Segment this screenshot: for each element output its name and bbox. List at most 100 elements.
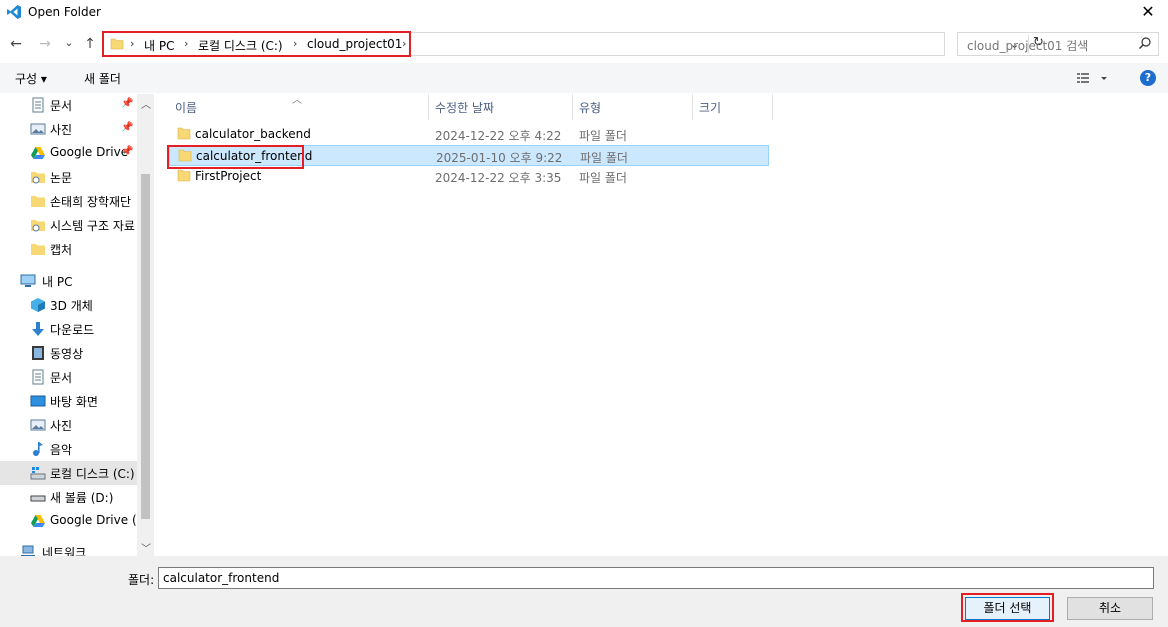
sidebar-item-label: 캡처 [50, 243, 73, 257]
folder-icon [177, 169, 191, 182]
sidebar-item-label: 바탕 화면 [50, 395, 98, 409]
scroll-down-icon[interactable]: ﹀ [141, 540, 151, 555]
file-date: 2025-01-10 오후 9:22 [436, 151, 563, 165]
pin-icon: 📌 [121, 98, 134, 109]
sidebar-item-label: 3D 개체 [50, 299, 93, 313]
search-icon[interactable] [1138, 36, 1152, 50]
sidebar-item-label: 시스템 구조 자료 [50, 219, 135, 233]
sidebar-item-music[interactable]: 음악 [0, 437, 137, 461]
pictures-icon [30, 419, 46, 431]
sidebar-item-3d-objects[interactable]: 3D 개체 [0, 293, 137, 317]
music-icon [33, 442, 43, 456]
address-annotation-box [102, 31, 411, 57]
sidebar-item-network[interactable]: 네트워크 [0, 540, 137, 556]
column-header-type[interactable]: 유형 [579, 94, 601, 120]
file-type: 파일 폴더 [579, 129, 627, 143]
desktop-icon [30, 395, 46, 407]
command-bar: 구성 ▾ 새 폴더 ? [0, 63, 1168, 93]
google-drive-icon [31, 147, 45, 159]
sidebar-item-google-drive-g[interactable]: Google Drive (G [0, 509, 137, 533]
column-header-size[interactable]: 크기 [699, 94, 721, 120]
sidebar-item-pictures[interactable]: 사진 📌 [0, 117, 137, 141]
sidebar-item-label: Google Drive [50, 145, 129, 159]
sidebar-item-pictures-pc[interactable]: 사진 [0, 413, 137, 437]
sidebar-item-scholarship[interactable]: 손태희 장학재단 [0, 189, 137, 213]
download-icon [32, 322, 44, 336]
sidebar-item-system-structure[interactable]: 시스템 구조 자료 [0, 213, 137, 237]
close-button[interactable]: ✕ [1128, 0, 1168, 26]
folder-icon [31, 172, 45, 184]
file-row-first-project[interactable]: FirstProject 2024-12-22 오후 3:35 파일 폴더 [169, 166, 769, 187]
sidebar-scrollbar[interactable]: ︿ ﹀ [137, 94, 154, 556]
sidebar-item-videos[interactable]: 동영상 [0, 341, 137, 365]
sidebar-item-capture[interactable]: 캡처 [0, 237, 137, 261]
column-divider[interactable] [428, 94, 429, 120]
sidebar-item-documents[interactable]: 문서 📌 [0, 94, 137, 117]
selected-folder-annotation-box [167, 145, 304, 169]
help-icon[interactable]: ? [1140, 70, 1156, 86]
sidebar-item-label: 문서 [50, 99, 73, 113]
column-divider[interactable] [692, 94, 693, 120]
sidebar-item-papers[interactable]: 논문 [0, 165, 137, 189]
file-type: 파일 폴더 [580, 151, 628, 165]
sidebar-item-label: 동영상 [50, 347, 84, 361]
network-icon [21, 545, 35, 556]
sidebar-item-label: 문서 [50, 371, 73, 385]
title-bar: Open Folder ✕ [0, 0, 1168, 26]
sort-ascending-icon: ︿ [292, 95, 302, 106]
folder-icon [31, 244, 45, 255]
folder-icon [177, 127, 191, 140]
column-header-modified[interactable]: 수정한 날짜 [435, 94, 494, 120]
sidebar-item-label: 손태희 장학재단 [50, 195, 132, 209]
column-divider[interactable] [772, 94, 773, 120]
folder-icon [31, 220, 45, 232]
folder-field-label: 폴더: [128, 573, 155, 587]
forward-button[interactable]: → [37, 36, 53, 54]
sidebar-item-google-drive[interactable]: Google Drive 📌 [0, 141, 137, 165]
sidebar-item-documents-pc[interactable]: 문서 [0, 365, 137, 389]
sidebar-item-label: 사진 [50, 419, 73, 433]
file-type: 파일 폴더 [579, 171, 627, 185]
navigation-pane: 문서 📌 사진 📌 Google Drive 📌 논문 손태희 장학재단 시스템… [0, 94, 154, 556]
local-disk-icon [30, 467, 46, 480]
computer-icon [20, 274, 36, 287]
sidebar-item-downloads[interactable]: 다운로드 [0, 317, 137, 341]
file-list: 이름 ︿ 수정한 날짜 유형 크기 calculator_backend 202… [157, 94, 1168, 556]
google-drive-icon [31, 515, 45, 527]
column-header-name[interactable]: 이름 [175, 94, 197, 120]
video-icon [32, 346, 44, 360]
scroll-up-icon[interactable]: ︿ [141, 96, 151, 111]
file-name: FirstProject [195, 169, 262, 183]
folder-name-input[interactable]: calculator_frontend [158, 567, 1154, 589]
pin-icon: 📌 [121, 122, 134, 133]
sidebar-item-label: 논문 [50, 171, 73, 185]
sidebar-item-desktop[interactable]: 바탕 화면 [0, 389, 137, 413]
select-button-annotation-box [961, 593, 1054, 622]
sidebar-item-label: 음악 [50, 443, 73, 457]
cancel-button[interactable]: 취소 [1067, 597, 1153, 620]
column-divider[interactable] [572, 94, 573, 120]
sidebar-item-this-pc[interactable]: 내 PC [0, 269, 137, 293]
back-button[interactable]: ← [8, 36, 24, 54]
view-options-icon[interactable] [1076, 70, 1108, 86]
sidebar-item-label: 네트워크 [42, 546, 87, 556]
sidebar-item-label: 내 PC [42, 275, 73, 289]
file-row-calculator-backend[interactable]: calculator_backend 2024-12-22 오후 4:22 파일… [169, 124, 769, 145]
pictures-icon [30, 123, 46, 135]
file-name: calculator_backend [195, 127, 311, 141]
scrollbar-thumb[interactable] [141, 174, 150, 519]
recent-locations-button[interactable]: ⌄ [62, 36, 76, 54]
sidebar-item-label: 사진 [50, 123, 73, 137]
search-input[interactable]: cloud_project01 검색 [967, 37, 1088, 54]
document-icon [32, 97, 44, 113]
sidebar-item-local-disk[interactable]: 로컬 디스크 (C:) [0, 461, 137, 485]
sidebar-item-new-volume[interactable]: 새 볼륨 (D:) [0, 485, 137, 509]
up-button[interactable]: ↑ [82, 36, 98, 54]
sidebar-item-label: 다운로드 [50, 323, 95, 337]
file-date: 2024-12-22 오후 4:22 [435, 129, 562, 143]
sidebar-item-label: Google Drive (G [50, 513, 137, 527]
search-box[interactable]: cloud_project01 검색 [957, 32, 1159, 56]
organize-menu[interactable]: 구성 ▾ [15, 70, 47, 87]
new-folder-button[interactable]: 새 폴더 [84, 70, 121, 87]
sidebar-item-label: 로컬 디스크 (C:) [50, 467, 135, 481]
